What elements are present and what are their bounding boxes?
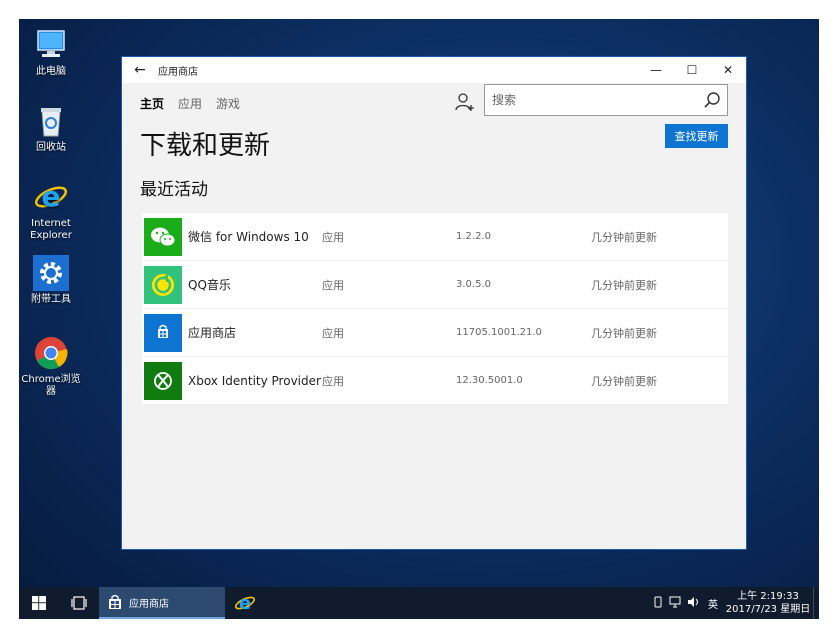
network-icon[interactable] — [667, 596, 685, 611]
maximize-icon: ☐ — [686, 63, 698, 77]
svg-text:e: e — [42, 180, 61, 213]
store-window: ← 应用商店 — ☐ ✕ 主页 应用 游戏 搜索 下载和更新 查找更新 最近活动… — [121, 56, 747, 550]
desktop-icon-label: 回收站 — [36, 142, 66, 153]
wechat-icon — [144, 217, 182, 256]
list-item[interactable]: 微信 for Windows 10 应用 1.2.2.0 几分钟前更新 — [142, 213, 728, 260]
arrow-left-icon: ← — [134, 62, 146, 78]
back-button[interactable]: ← — [122, 57, 158, 83]
list-item[interactable]: Xbox Identity Provider 应用 12.30.5001.0 几… — [142, 357, 728, 404]
title-bar: ← 应用商店 — ☐ ✕ — [122, 57, 746, 83]
system-tray: 英 上午 2:19:33 2017/7/23 星期日 — [649, 587, 819, 619]
desktop-icon-this-pc[interactable]: 此电脑 — [19, 27, 83, 78]
taskbar-app-store[interactable]: 应用商店 — [99, 587, 225, 619]
window-controls: — ☐ ✕ — [638, 57, 746, 83]
app-kind: 应用 — [322, 278, 344, 292]
app-version: 3.0.5.0 — [456, 279, 491, 290]
app-name: 应用商店 — [188, 326, 237, 340]
tab-home[interactable]: 主页 — [140, 95, 164, 112]
desktop-icon-recycle-bin[interactable]: 回收站 — [19, 103, 83, 154]
maximize-button[interactable]: ☐ — [674, 57, 710, 83]
app-kind: 应用 — [322, 374, 344, 388]
app-name: QQ音乐 — [188, 278, 231, 292]
user-add-icon — [455, 93, 474, 111]
activity-list: 微信 for Windows 10 应用 1.2.2.0 几分钟前更新 QQ音乐… — [142, 213, 728, 405]
app-status: 几分钟前更新 — [591, 278, 657, 292]
app-name: Xbox Identity Provider — [188, 373, 321, 388]
app-version: 1.2.2.0 — [456, 231, 491, 242]
list-item[interactable]: QQ音乐 应用 3.0.5.0 几分钟前更新 — [142, 261, 728, 308]
close-button[interactable]: ✕ — [710, 57, 746, 83]
gear-icon — [33, 255, 69, 291]
tab-games[interactable]: 游戏 — [216, 95, 240, 112]
window-title: 应用商店 — [158, 66, 198, 78]
search-button[interactable] — [697, 85, 727, 115]
search-box — [484, 84, 728, 116]
desktop-icon-label: 此电脑 — [36, 66, 66, 77]
clock-date: 2017/7/23 星期日 — [725, 604, 811, 615]
close-icon: ✕ — [722, 63, 734, 77]
minimize-button[interactable]: — — [638, 57, 674, 83]
clock-time: 上午 2:19:33 — [737, 591, 799, 602]
store-content: 主页 应用 游戏 下载和更新 查找更新 最近活动 — [122, 83, 746, 549]
desktop-icon-internet-explorer[interactable]: e Internet Explorer — [19, 179, 83, 242]
minimize-icon: — — [650, 63, 662, 77]
list-item[interactable]: 应用商店 应用 11705.1001.21.0 几分钟前更新 — [142, 309, 728, 356]
app-status: 几分钟前更新 — [591, 326, 657, 340]
taskbar-app-ie[interactable]: e — [225, 587, 265, 619]
task-view-icon — [71, 596, 87, 610]
page-title: 下载和更新 — [140, 131, 271, 161]
volume-icon[interactable] — [685, 596, 703, 611]
app-version: 12.30.5001.0 — [456, 375, 523, 386]
show-desktop-button[interactable] — [813, 587, 819, 619]
desktop-icon-label: Chrome浏览器 — [21, 374, 81, 397]
desktop-icon-accessories[interactable]: 附带工具 — [19, 255, 83, 306]
app-kind: 应用 — [322, 230, 344, 244]
windows-logo-icon — [32, 596, 46, 610]
app-status: 几分钟前更新 — [591, 374, 657, 388]
ie-icon: e — [234, 593, 256, 614]
store-icon — [109, 594, 121, 609]
search-icon — [704, 92, 720, 108]
taskbar: 应用商店 e 英 上午 2:19:33 2017/7/23 星期日 — [19, 587, 819, 619]
app-version: 11705.1001.21.0 — [456, 327, 542, 338]
clock[interactable]: 上午 2:19:33 2017/7/23 星期日 — [723, 590, 813, 616]
taskbar-app-label: 应用商店 — [129, 598, 169, 610]
section-title: 最近活动 — [140, 180, 208, 200]
app-status: 几分钟前更新 — [591, 230, 657, 244]
desktop-icon-label: 附带工具 — [31, 294, 71, 305]
account-button[interactable] — [454, 91, 476, 113]
tab-apps[interactable]: 应用 — [178, 95, 202, 112]
chrome-icon — [33, 335, 69, 371]
search-input[interactable] — [485, 85, 697, 115]
ie-icon: e — [33, 179, 69, 215]
app-name: 微信 for Windows 10 — [188, 230, 309, 244]
input-language[interactable]: 英 — [703, 596, 723, 611]
recycle-bin-icon — [33, 103, 69, 139]
computer-icon — [33, 27, 69, 63]
start-button[interactable] — [19, 587, 59, 619]
usb-icon[interactable] — [649, 596, 667, 611]
qq-music-icon — [144, 265, 182, 304]
desktop-icon-chrome[interactable]: Chrome浏览器 — [19, 335, 83, 398]
check-updates-button[interactable]: 查找更新 — [665, 124, 728, 148]
task-view-button[interactable] — [59, 587, 99, 619]
xbox-icon — [144, 361, 182, 400]
top-nav: 主页 应用 游戏 — [140, 95, 240, 112]
svg-text:e: e — [239, 593, 251, 614]
desktop-icon-label: Internet Explorer — [30, 218, 72, 241]
store-icon — [144, 313, 182, 352]
app-kind: 应用 — [322, 326, 344, 340]
